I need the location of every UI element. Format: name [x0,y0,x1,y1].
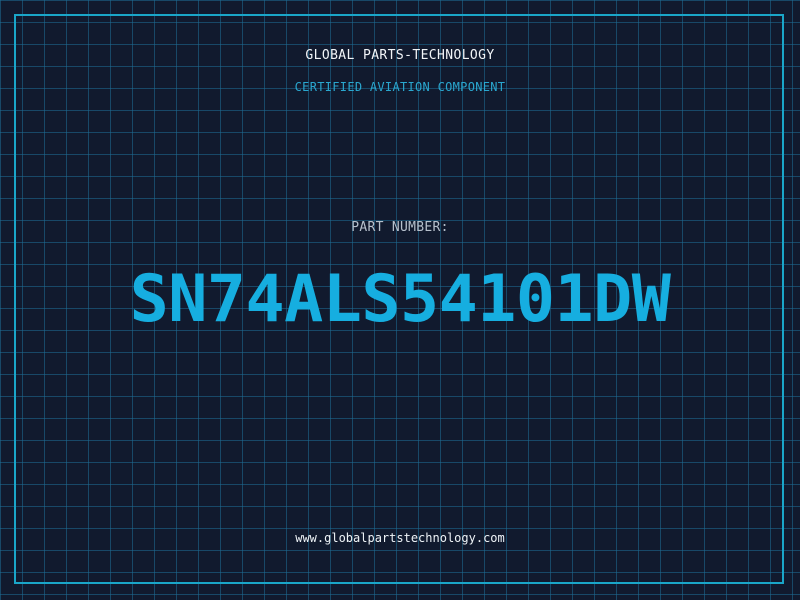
company-name: GLOBAL PARTS-TECHNOLOGY [305,48,495,63]
certification-subtitle: CERTIFIED AVIATION COMPONENT [294,80,506,94]
part-number-label: PART NUMBER: [351,220,449,235]
part-number-value: SN74ALS54101DW [129,262,671,337]
website-url: www.globalpartstechnology.com [295,531,505,545]
